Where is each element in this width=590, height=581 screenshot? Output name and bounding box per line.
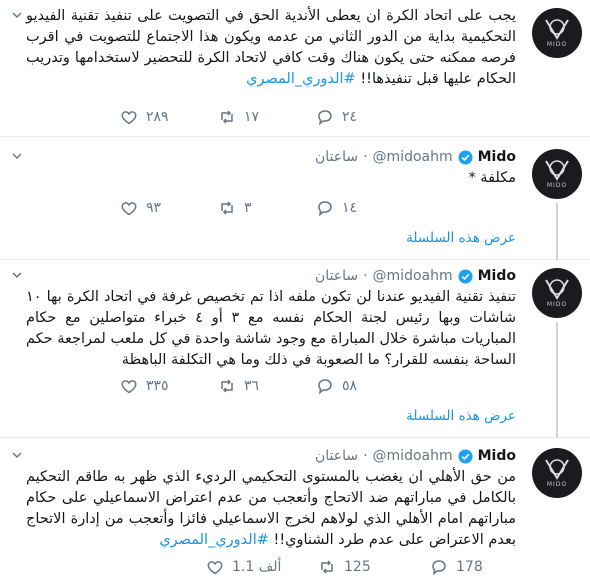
retweet-count: 125 xyxy=(344,559,371,575)
tweet-header: ساعتان · @midoahm Mido xyxy=(315,446,516,466)
user-name[interactable]: Mido xyxy=(478,149,516,165)
avatar-text: MIDO xyxy=(546,182,568,189)
tweet-time[interactable]: ساعتان xyxy=(315,268,358,284)
like-count: ٣٣٥ xyxy=(146,378,169,394)
tweet-4[interactable]: MIDO ساعتان · @midoahm Mido من حق الأهلي… xyxy=(0,438,590,581)
tweet-actions: 1.1 ألف 125 178 xyxy=(206,558,500,576)
tweet-actions: ٣٣٥ ٣٦ ٥٨ xyxy=(120,377,414,395)
user-name[interactable]: Mido xyxy=(478,448,516,464)
reply-icon xyxy=(318,110,332,126)
reply-button[interactable]: ٥٨ xyxy=(316,377,414,395)
mido-logo-icon xyxy=(545,160,569,181)
tweet-time[interactable]: ساعتان xyxy=(315,448,358,464)
retweet-count: ١٧ xyxy=(244,109,260,125)
reply-button[interactable]: ٢٤ xyxy=(316,108,414,126)
tweet-time[interactable]: ساعتان xyxy=(315,149,358,165)
separator-dot: · xyxy=(363,268,368,284)
verified-badge-icon xyxy=(458,268,473,284)
user-handle[interactable]: @midoahm xyxy=(373,149,453,165)
retweet-button[interactable]: 125 xyxy=(318,558,430,576)
retweet-count: ٣٦ xyxy=(244,378,260,394)
like-button[interactable]: ٣٣٥ xyxy=(120,377,218,395)
mido-logo-icon xyxy=(545,459,569,480)
reply-count: ٢٤ xyxy=(342,109,358,125)
tweet-body: تنفيذ تقنية الفيديو عندنا لن تكون ملفه ا… xyxy=(26,289,516,368)
retweet-button[interactable]: ٣٦ xyxy=(218,377,316,395)
tweet-feed: MIDO يجب على اتحاد الكرة ان يعطى الأندية… xyxy=(0,0,590,581)
user-handle[interactable]: @midoahm xyxy=(373,448,453,464)
thread-line xyxy=(556,203,558,260)
separator-dot: · xyxy=(363,448,368,464)
avatar[interactable]: MIDO xyxy=(532,448,582,498)
retweet-count: ٣ xyxy=(244,200,252,216)
avatar-text: MIDO xyxy=(546,41,568,48)
retweet-icon xyxy=(221,110,233,124)
like-button[interactable]: ٩٣ xyxy=(120,199,218,217)
chevron-down-icon[interactable] xyxy=(10,149,24,163)
tweet-text: تنفيذ تقنية الفيديو عندنا لن تكون ملفه ا… xyxy=(26,287,516,371)
reply-button[interactable]: 178 xyxy=(430,558,500,576)
chevron-down-icon[interactable] xyxy=(10,268,24,282)
show-thread-link[interactable]: عرض هذه السلسلة xyxy=(406,230,516,246)
chevron-down-icon[interactable] xyxy=(10,448,24,462)
like-icon xyxy=(121,202,137,216)
tweet-2[interactable]: MIDO ساعتان · @midoahm Mido مكلفة * ٩٣ ٣ xyxy=(0,137,590,260)
avatar[interactable]: MIDO xyxy=(532,149,582,199)
tweet-3[interactable]: MIDO ساعتان · @midoahm Mido تنفيذ تقنية … xyxy=(0,260,590,438)
like-icon xyxy=(207,561,223,575)
hashtag-link[interactable]: #الدوري_المصري xyxy=(159,532,269,548)
hashtag-link[interactable]: #الدوري_المصري xyxy=(246,71,356,87)
reply-count: ١٤ xyxy=(342,200,358,216)
reply-count: 178 xyxy=(456,559,483,575)
tweet-actions: ٩٣ ٣ ١٤ xyxy=(120,199,414,217)
mido-logo-icon xyxy=(545,19,569,40)
user-name[interactable]: Mido xyxy=(478,268,516,284)
retweet-button[interactable]: ٣ xyxy=(218,199,316,217)
separator-dot: · xyxy=(363,149,368,165)
avatar[interactable]: MIDO xyxy=(532,268,582,318)
tweet-body: مكلفة * xyxy=(468,170,516,186)
tweet-body: من حق الأهلي ان يغضب بالمستوى التحكيمي ا… xyxy=(26,469,516,548)
avatar-text: MIDO xyxy=(546,301,568,308)
tweet-actions: ٢٨٩ ١٧ ٢٤ xyxy=(120,108,414,126)
mido-logo-icon xyxy=(545,279,569,300)
tweet-text: يجب على اتحاد الكرة ان يعطى الأندية الحق… xyxy=(26,6,516,90)
tweet-1[interactable]: MIDO يجب على اتحاد الكرة ان يعطى الأندية… xyxy=(0,0,590,137)
like-icon xyxy=(121,380,137,394)
avatar-text: MIDO xyxy=(546,481,568,488)
show-thread-link[interactable]: عرض هذه السلسلة xyxy=(406,408,516,424)
like-count: ٩٣ xyxy=(146,200,162,216)
retweet-icon xyxy=(321,560,333,574)
avatar[interactable]: MIDO xyxy=(532,8,582,58)
reply-button[interactable]: ١٤ xyxy=(316,199,414,217)
reply-count: ٥٨ xyxy=(342,378,358,394)
like-button[interactable]: ٢٨٩ xyxy=(120,108,218,126)
tweet-header: ساعتان · @midoahm Mido xyxy=(315,266,516,286)
user-handle[interactable]: @midoahm xyxy=(373,268,453,284)
like-icon xyxy=(121,111,137,125)
reply-icon xyxy=(432,560,446,576)
retweet-icon xyxy=(221,201,233,215)
retweet-button[interactable]: ١٧ xyxy=(218,108,316,126)
chevron-down-icon[interactable] xyxy=(10,8,24,22)
like-button[interactable]: 1.1 ألف xyxy=(206,558,318,576)
tweet-text: مكلفة * xyxy=(26,168,516,189)
like-count: ٢٨٩ xyxy=(146,109,169,125)
like-count: 1.1 ألف xyxy=(232,559,282,575)
verified-badge-icon xyxy=(458,448,473,464)
verified-badge-icon xyxy=(458,149,473,165)
retweet-icon xyxy=(221,379,233,393)
thread-line xyxy=(556,322,558,438)
reply-icon xyxy=(318,201,332,217)
tweet-text: من حق الأهلي ان يغضب بالمستوى التحكيمي ا… xyxy=(26,467,516,551)
reply-icon xyxy=(318,379,332,395)
tweet-header: ساعتان · @midoahm Mido xyxy=(315,147,516,167)
